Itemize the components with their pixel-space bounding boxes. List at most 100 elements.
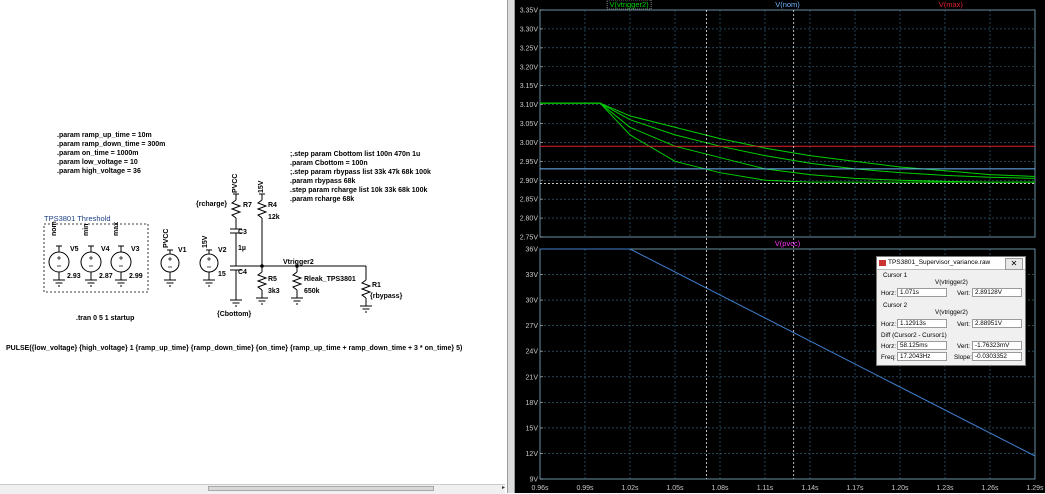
- y-tick-label: 3.35V: [520, 8, 539, 15]
- y-tick-label: 2.80V: [520, 216, 539, 223]
- y-tick-label: 33V: [526, 272, 539, 279]
- cursor-readout-window[interactable]: TPS3801_Supervisor_variance.raw ✕ Cursor…: [876, 256, 1026, 366]
- y-tick-label: 30V: [526, 298, 539, 305]
- x-tick-label: 1.17s: [846, 485, 864, 492]
- schematic-editor[interactable]: .param ramp_up_time = 10m .param ramp_do…: [0, 0, 507, 493]
- slope-label: Slope:: [954, 354, 972, 361]
- slope-field[interactable]: -0.0303352: [972, 352, 1022, 361]
- source-v3-value: 2.99: [129, 273, 143, 280]
- c4-name: C4: [238, 269, 247, 276]
- pulse-directive[interactable]: PULSE({low_voltage} {high_voltage} 1 {ra…: [6, 344, 462, 353]
- cursor2-vert-label: Vert:: [957, 321, 970, 328]
- diff-label: Diff (Cursor2 - Cursor1): [881, 332, 947, 339]
- source-v3-name: V3: [131, 246, 140, 253]
- y-tick-label: 3.20V: [520, 64, 539, 71]
- x-tick-label: 0.99s: [576, 485, 594, 492]
- x-tick-label: 1.05s: [666, 485, 684, 492]
- resistor-r1: [360, 266, 372, 313]
- param-ramp-up[interactable]: .param ramp_up_time = 10m: [57, 131, 152, 140]
- r4-name: R4: [268, 202, 277, 209]
- polarity-marks: [57, 256, 211, 268]
- resistor-r4: [256, 194, 268, 266]
- vtrigger2-label: Vtrigger2: [283, 259, 314, 266]
- source-v5-value: 2.93: [67, 273, 81, 280]
- param-rcharge[interactable]: .param rcharge 68k: [290, 195, 354, 204]
- trace-label-0[interactable]: V(vtrigger2): [610, 0, 650, 9]
- close-icon[interactable]: ✕: [1005, 258, 1023, 270]
- schematic-scrollbar-thumb[interactable]: [208, 486, 434, 491]
- y-tick-label: 3.05V: [520, 121, 539, 128]
- step-rcharge[interactable]: .step param rcharge list 10k 33k 68k 100…: [290, 186, 427, 195]
- waveform-viewer[interactable]: 3.35V 3.30V 3.25V 3.20V 3.15V 3.10V 3.05V 3.00V…: [515, 0, 1045, 493]
- r1-value: {rbypass}: [370, 293, 403, 300]
- cursor2-horz-label: Horz:: [881, 321, 897, 328]
- scroll-right-arrow-icon[interactable]: ▸: [500, 484, 507, 493]
- x-tick-label: 1.29s: [1026, 485, 1044, 492]
- x-tick-label: 1.23s: [936, 485, 954, 492]
- r7-value: {rcharge}: [196, 201, 228, 208]
- param-low-voltage[interactable]: .param low_voltage = 10: [57, 158, 138, 167]
- r1-name: R1: [372, 282, 381, 289]
- cursor1-horz-label: Horz:: [881, 290, 897, 297]
- x-tick-label: 1.02s: [621, 485, 639, 492]
- net-label-pvcc-top: PVCC: [232, 173, 239, 193]
- waveform-file-icon: [879, 260, 886, 266]
- param-ramp-down[interactable]: .param ramp_down_time = 300m: [57, 140, 165, 149]
- cursor2-label: Cursor 2: [883, 302, 908, 309]
- cursor2-vert-field[interactable]: 2.88951V: [972, 319, 1022, 328]
- source-v5-name: V5: [70, 246, 79, 253]
- y-tick-label: 3.30V: [520, 26, 539, 33]
- cursor-window-title: TPS3801_Supervisor_variance.raw: [888, 259, 991, 266]
- source-v1-name: V1: [178, 247, 187, 254]
- source-v4-value: 2.87: [99, 273, 113, 280]
- diff-vert-field[interactable]: -1.76323mV: [972, 341, 1022, 350]
- x-tick-label: 1.26s: [981, 485, 999, 492]
- step-rbypass[interactable]: ;.step param rbypass list 33k 47k 68k 10…: [290, 168, 431, 177]
- x-tick-label: 1.11s: [757, 485, 774, 492]
- param-on-time[interactable]: .param on_time = 1000m: [57, 149, 139, 158]
- y-tick-label: 2.90V: [520, 178, 539, 185]
- y-tick-label: 21V: [526, 374, 539, 381]
- source-v2: [199, 250, 219, 287]
- pane-splitter[interactable]: [507, 0, 515, 493]
- net-label-min: min: [83, 223, 90, 236]
- x-tick-label: 1.08s: [711, 485, 729, 492]
- cursor1-horz-field[interactable]: 1.071s: [897, 288, 947, 297]
- waveform-plot[interactable]: 3.35V 3.30V 3.25V 3.20V 3.15V 3.10V 3.05V 3.00V…: [515, 0, 1045, 493]
- cursor1-vert-field[interactable]: 2.89128V: [972, 288, 1022, 297]
- cursor1-trace: V(vtrigger2): [935, 279, 968, 286]
- diff-horz-label: Horz:: [881, 343, 897, 350]
- y-tick-label: 2.95V: [520, 159, 539, 166]
- y-tick-label: 18V: [526, 400, 539, 407]
- net-label-nom: nom: [51, 221, 58, 236]
- trace-label-vpvcc[interactable]: V(pvcc): [775, 239, 801, 248]
- diff-horz-field[interactable]: 58.125ms: [897, 341, 947, 350]
- source-v1: [160, 250, 180, 287]
- net-label-pvcc: PVCC: [163, 228, 170, 248]
- freq-label: Freq:: [881, 354, 896, 361]
- y-tick-label: 3.25V: [520, 45, 539, 52]
- param-rbypass[interactable]: .param rbypass 68k: [290, 177, 355, 186]
- rleak-name: Rleak_TPS3801: [304, 276, 356, 283]
- r5-value: 3k3: [268, 288, 280, 295]
- source-v4-name: V4: [101, 246, 110, 253]
- cursor2-horz-field[interactable]: 1.12913s: [897, 319, 947, 328]
- y-tick-label: 12V: [526, 451, 539, 458]
- cbottom-label: {Cbottom}: [217, 311, 252, 318]
- step-cbottom[interactable]: ;.step param Cbottom list 100n 470n 1u: [290, 150, 420, 159]
- trace-label-2[interactable]: V(max): [939, 0, 964, 9]
- tran-directive[interactable]: .tran 0 5 1 startup: [76, 314, 134, 323]
- cursor2-trace: V(vtrigger2): [935, 309, 968, 316]
- source-v2-name: V2: [218, 247, 227, 254]
- freq-field[interactable]: 17.2043Hz: [897, 352, 947, 361]
- net-label-15v: 15V: [202, 235, 209, 248]
- cursor-window-titlebar[interactable]: TPS3801_Supervisor_variance.raw ✕: [877, 257, 1025, 270]
- net-label-15v-top: 15V: [258, 180, 265, 193]
- resistor-r5: [256, 266, 268, 305]
- y-tick-label: 3.10V: [520, 102, 539, 109]
- trace-label-1[interactable]: V(nom): [775, 0, 800, 9]
- param-high-voltage[interactable]: .param high_voltage = 36: [57, 167, 141, 176]
- y-tick-label: 2.85V: [520, 197, 539, 204]
- param-cbottom[interactable]: .param Cbottom = 100n: [290, 159, 368, 168]
- resistor-r7: [230, 194, 242, 229]
